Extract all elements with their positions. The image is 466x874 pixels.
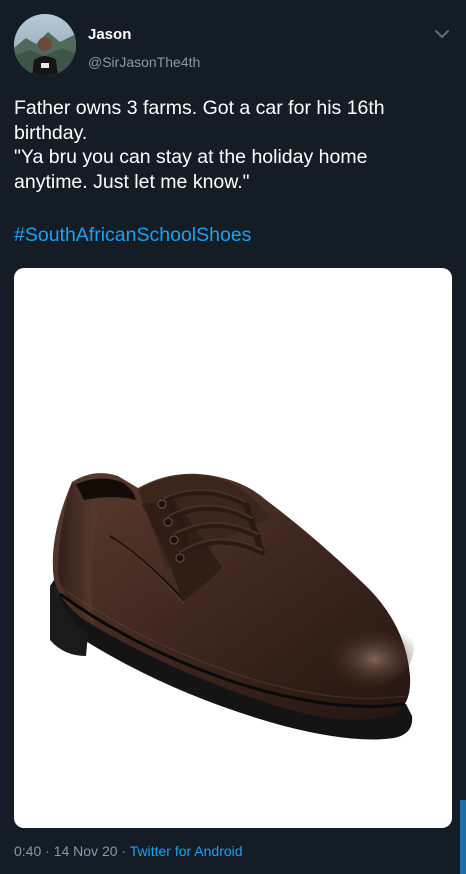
chevron-down-icon[interactable] xyxy=(432,24,452,44)
user-handle[interactable]: @SirJasonThe4th xyxy=(88,54,200,70)
tweet-text-line: Father owns 3 farms. Got a car for his 1… xyxy=(14,97,385,119)
profile-photo-icon xyxy=(14,14,76,76)
scroll-indicator[interactable] xyxy=(460,800,466,874)
shoe-image xyxy=(50,473,414,740)
tweet-text: Father owns 3 farms. Got a car for his 1… xyxy=(14,96,454,194)
display-name[interactable]: Jason xyxy=(88,26,131,43)
tweet-text-line: "Ya bru you can stay at the holiday home xyxy=(14,146,368,168)
avatar[interactable] xyxy=(14,14,76,76)
tweet: Jason @SirJasonThe4th Father owns 3 farm… xyxy=(0,0,466,874)
tweet-text-line: anytime. Just let me know." xyxy=(14,170,250,193)
tweet-meta: 0:40 · 14 Nov 20 · Twitter for Android xyxy=(14,843,243,859)
tweet-text-line: birthday. xyxy=(14,121,88,144)
tweet-source-link[interactable]: Twitter for Android xyxy=(130,843,243,859)
hashtag-link[interactable]: #SouthAfricanSchoolShoes xyxy=(14,224,251,247)
tweet-date: 14 Nov 20 xyxy=(53,843,118,859)
tweet-media-image[interactable] xyxy=(14,268,452,828)
meta-separator: · xyxy=(117,843,130,859)
tweet-time: 0:40 xyxy=(14,843,42,859)
meta-separator: · xyxy=(41,843,54,859)
